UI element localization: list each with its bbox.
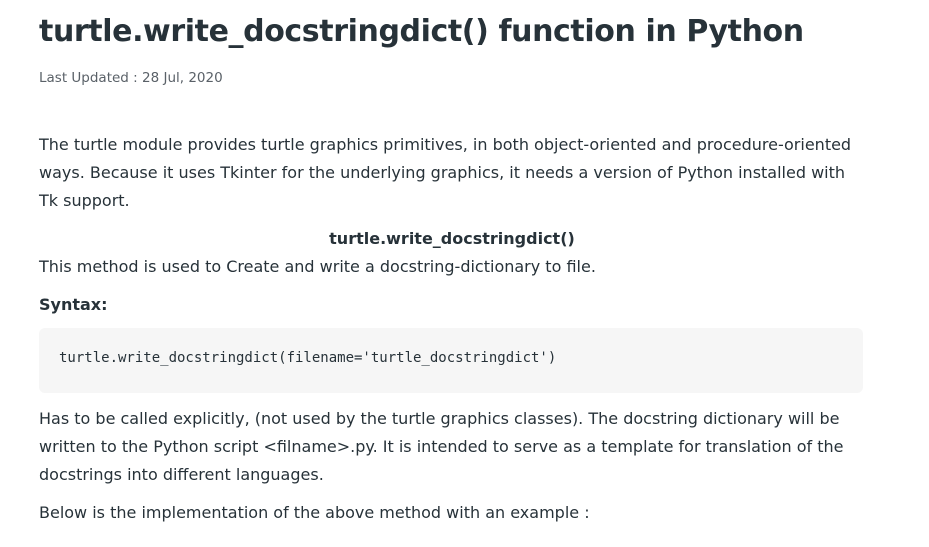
explanation-paragraph: Has to be called explicitly, (not used b… (39, 409, 844, 484)
article-title: turtle.write_docstringdict() function in… (39, 14, 804, 49)
code-block[interactable]: turtle.write_docstringdict(filename='tur… (39, 328, 863, 393)
last-updated-date: Last Updated : 28 Jul, 2020 (39, 70, 223, 86)
syntax-label: Syntax: (39, 295, 108, 314)
example-intro-paragraph: Below is the implementation of the above… (39, 503, 590, 522)
method-description: This method is used to Create and write … (39, 257, 596, 276)
method-heading: turtle.write_docstringdict() (329, 229, 575, 248)
syntax-code[interactable]: turtle.write_docstringdict(filename='tur… (59, 350, 556, 366)
intro-paragraph: The turtle module provides turtle graphi… (39, 135, 852, 210)
